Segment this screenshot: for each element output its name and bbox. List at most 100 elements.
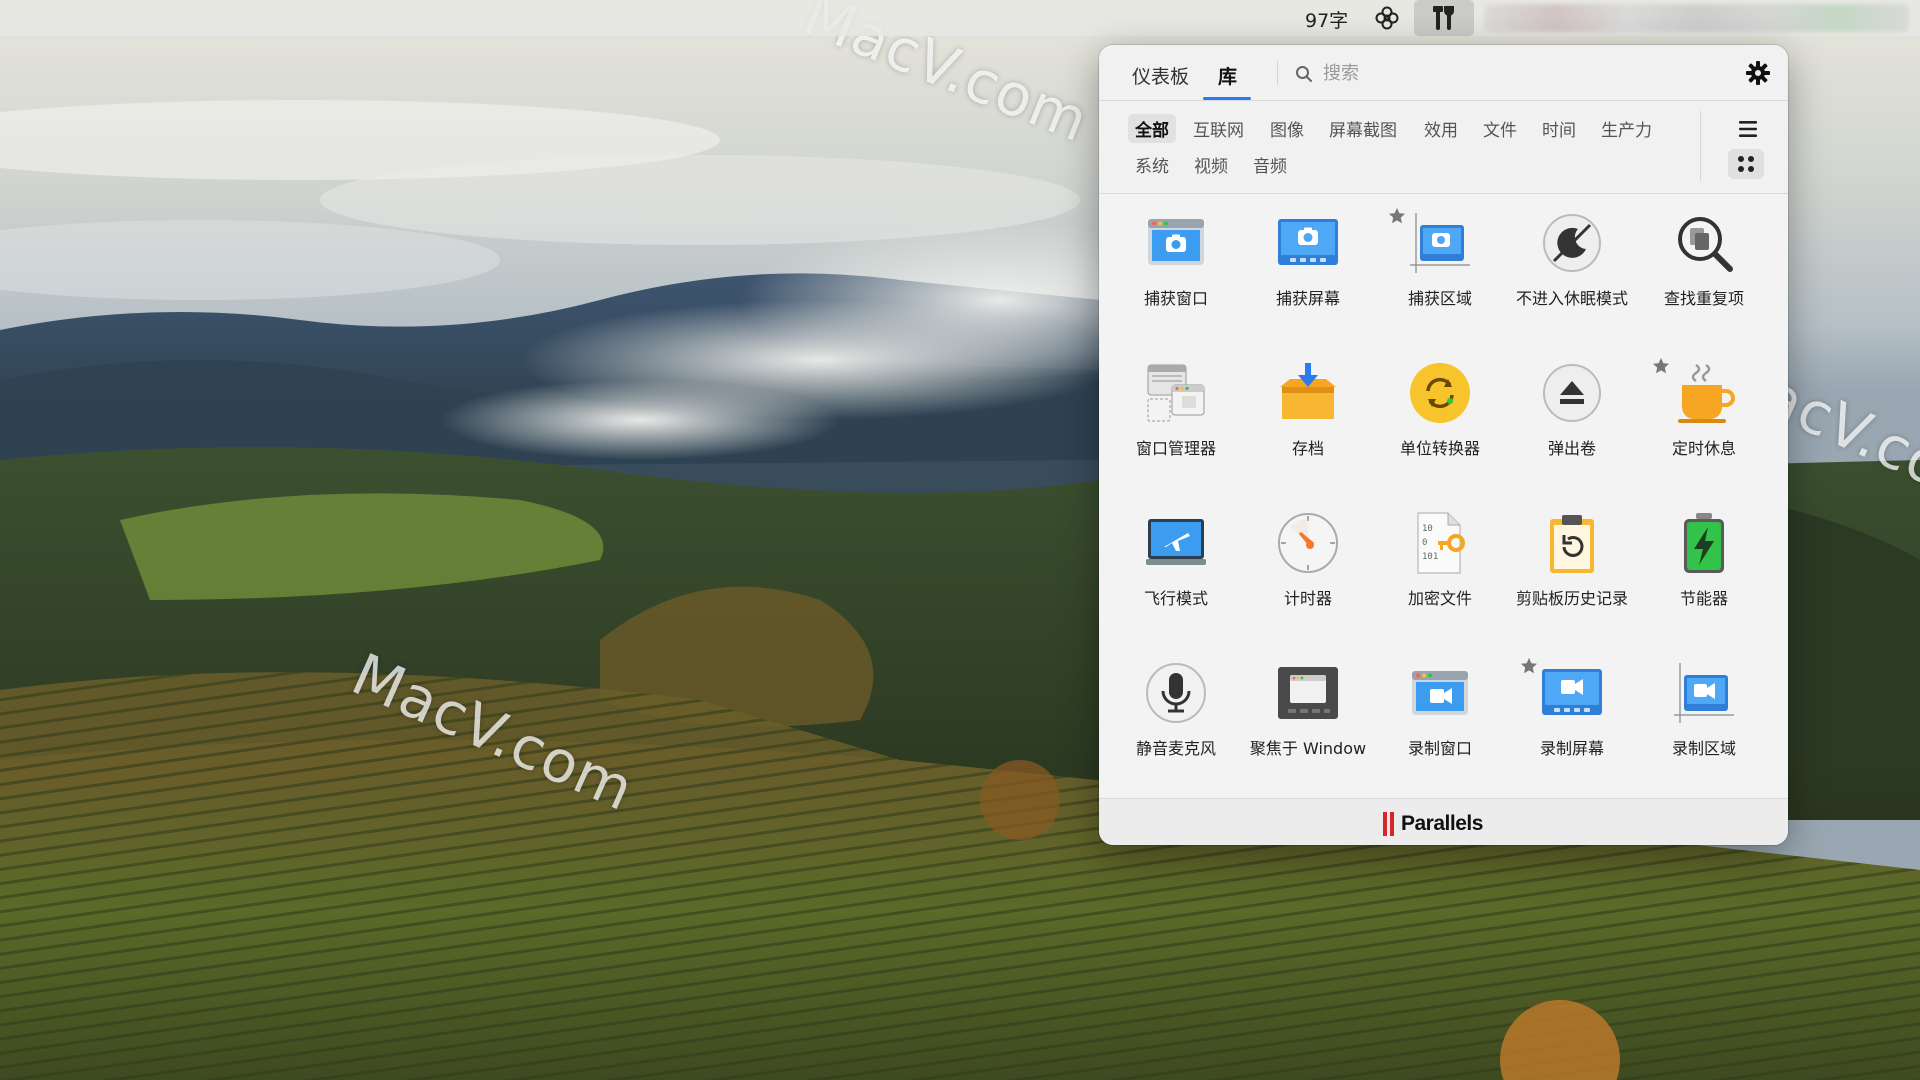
record-area-icon (1674, 663, 1734, 723)
tool-label: 查找重复项 (1663, 289, 1744, 308)
category-all[interactable]: 全部 (1128, 114, 1176, 143)
encrypt-file-icon: 10 0 101 (1417, 512, 1465, 574)
capture-screen-icon (1278, 219, 1338, 265)
timer-icon (1278, 513, 1338, 573)
category-file[interactable]: 文件 (1476, 114, 1524, 143)
category-internet[interactable]: 互联网 (1186, 114, 1251, 143)
tool-tile[interactable]: 定时休息 (1638, 345, 1770, 465)
category-productivity[interactable]: 生产力 (1594, 114, 1659, 143)
tool-tile[interactable]: 节能器 (1638, 495, 1770, 615)
tool-tile[interactable]: 捕获屏幕 (1242, 195, 1374, 315)
category-divider (1700, 111, 1701, 181)
tool-label: 捕获窗口 (1143, 289, 1208, 308)
tool-label: 弹出卷 (1547, 439, 1596, 458)
tool-tile[interactable]: 捕获区域 (1374, 195, 1506, 315)
tool-tile[interactable]: 计时器 (1242, 495, 1374, 615)
eject-volume-icon (1543, 364, 1601, 422)
mute-microphone-icon (1146, 663, 1206, 723)
category-time[interactable]: 时间 (1535, 114, 1583, 143)
tool-label: 加密文件 (1407, 589, 1472, 608)
record-screen-icon (1542, 669, 1602, 715)
tool-label: 剪贴板历史记录 (1515, 589, 1628, 608)
svg-text:101: 101 (1422, 552, 1438, 562)
active-tab-indicator (1203, 97, 1251, 100)
parallels-logo[interactable]: Parallels (1383, 811, 1483, 837)
grid-view-icon[interactable] (1728, 149, 1764, 179)
tab-library[interactable]: 库 (1218, 62, 1237, 89)
star-icon (1653, 358, 1669, 374)
airplane-mode-icon (1146, 519, 1206, 565)
category-image[interactable]: 图像 (1263, 114, 1311, 143)
focus-window-icon (1278, 667, 1338, 719)
tool-label: 捕获屏幕 (1275, 289, 1340, 308)
category-screenshot[interactable]: 屏幕截图 (1322, 114, 1404, 143)
tool-label: 聚焦于 Window (1249, 739, 1367, 758)
category-system[interactable]: 系统 (1128, 150, 1176, 179)
tool-label: 录制区域 (1671, 739, 1736, 758)
tool-tile[interactable]: 捕获窗口 (1110, 195, 1242, 315)
tool-label: 存档 (1291, 439, 1324, 458)
tool-label: 捕获区域 (1407, 289, 1472, 308)
tool-label: 不进入休眠模式 (1515, 289, 1628, 308)
category-video[interactable]: 视频 (1187, 150, 1235, 179)
brand-name: Parallels (1401, 812, 1483, 835)
tool-tile[interactable]: 聚焦于 Window (1242, 645, 1374, 765)
star-icon (1389, 208, 1405, 224)
take-break-icon (1678, 363, 1735, 423)
unit-converter-icon (1410, 363, 1470, 423)
panel-header: 仪表板 库 (1099, 45, 1788, 101)
tool-tile[interactable]: 单位转换器 (1374, 345, 1506, 465)
capture-area-icon (1410, 213, 1470, 273)
tool-label: 静音麦克风 (1135, 739, 1216, 758)
tool-label: 单位转换器 (1399, 439, 1480, 458)
panel-footer: Parallels (1099, 798, 1788, 845)
tool-label: 节能器 (1679, 589, 1728, 608)
tool-tile[interactable]: 剪贴板历史记录 (1506, 495, 1638, 615)
gear-icon[interactable] (1744, 59, 1772, 87)
tool-tile[interactable]: 10 0 101 加密文件 (1374, 495, 1506, 615)
toolbox-panel: 仪表板 库 全部 互联网 图像 屏幕截图 (1099, 45, 1788, 845)
tool-grid: 捕获窗口 捕获屏幕 捕获区域 不进入休眠模式 查找重复项 窗口管理器 存档 单位… (1099, 195, 1788, 797)
svg-text:10: 10 (1422, 524, 1433, 534)
tool-tile[interactable]: 录制窗口 (1374, 645, 1506, 765)
list-view-icon[interactable] (1736, 117, 1760, 141)
tool-label: 录制屏幕 (1539, 739, 1604, 758)
tool-label: 定时休息 (1671, 439, 1736, 458)
menu-bar: 97字 (0, 0, 1920, 36)
tools-icon[interactable] (1414, 0, 1474, 36)
tool-tile[interactable]: 不进入休眠模式 (1506, 195, 1638, 315)
star-icon (1521, 658, 1537, 674)
flower-icon[interactable] (1373, 4, 1401, 32)
tool-tile[interactable]: 查找重复项 (1638, 195, 1770, 315)
search-icon (1296, 66, 1312, 82)
tool-tile[interactable]: 弹出卷 (1506, 345, 1638, 465)
tool-label: 录制窗口 (1407, 739, 1472, 758)
record-window-icon (1412, 671, 1468, 715)
tool-tile[interactable]: 飞行模式 (1110, 495, 1242, 615)
tool-label: 飞行模式 (1143, 589, 1208, 608)
find-duplicates-icon (1678, 217, 1733, 272)
tool-tile[interactable]: 录制屏幕 (1506, 645, 1638, 765)
tab-dashboard[interactable]: 仪表板 (1132, 62, 1189, 89)
word-count-status[interactable]: 97字 (1305, 6, 1348, 33)
tool-tile[interactable]: 存档 (1242, 345, 1374, 465)
header-divider (1277, 61, 1278, 85)
no-sleep-icon (1543, 214, 1601, 272)
category-audio[interactable]: 音频 (1246, 150, 1294, 179)
category-utility[interactable]: 效用 (1417, 114, 1465, 143)
svg-text:0: 0 (1422, 538, 1427, 548)
tool-tile[interactable]: 录制区域 (1638, 645, 1770, 765)
clipboard-history-icon (1550, 515, 1594, 573)
archive-icon (1280, 363, 1336, 419)
tool-tile[interactable]: 静音麦克风 (1110, 645, 1242, 765)
capture-window-icon (1148, 219, 1204, 265)
tool-tile[interactable]: 窗口管理器 (1110, 345, 1242, 465)
parallels-bars-icon (1383, 812, 1397, 836)
search-input[interactable] (1321, 57, 1625, 89)
tool-label: 窗口管理器 (1135, 439, 1216, 458)
window-manager-icon (1147, 364, 1205, 422)
tool-label: 计时器 (1283, 589, 1332, 608)
energy-saver-icon (1684, 513, 1724, 573)
blurred-menu-items (1484, 4, 1909, 32)
category-bar: 全部 互联网 图像 屏幕截图 效用 文件 时间 生产力 系统 视频 音频 (1099, 101, 1788, 194)
